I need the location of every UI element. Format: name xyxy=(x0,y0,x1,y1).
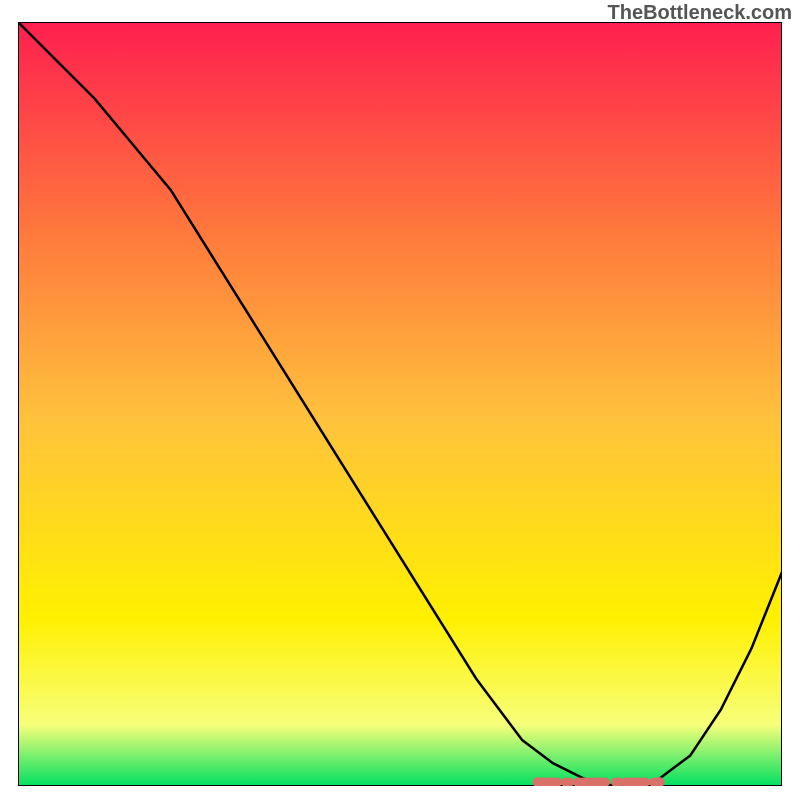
chart-background xyxy=(18,22,782,786)
chart-svg xyxy=(18,22,782,786)
chart-plot-area xyxy=(18,22,782,786)
highlight-band xyxy=(533,777,665,786)
watermark-text: TheBottleneck.com xyxy=(608,2,792,25)
